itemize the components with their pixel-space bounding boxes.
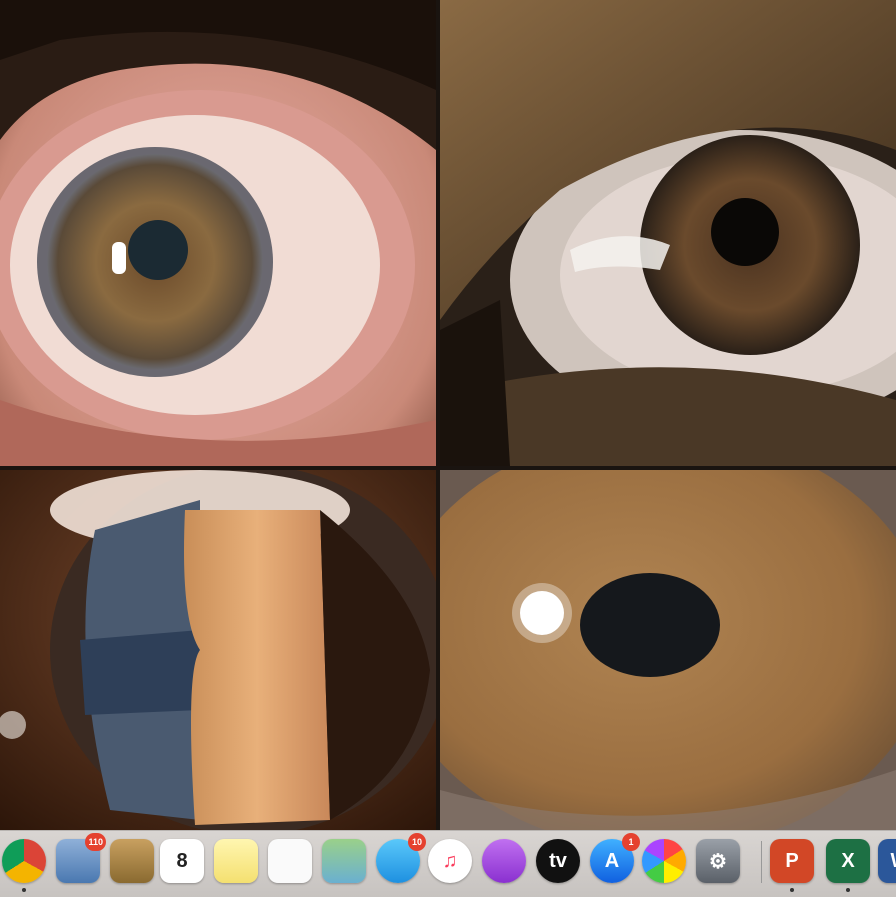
powerpoint-icon[interactable]: P (770, 839, 814, 883)
dock: 110 8 10 ♫ tv A1 ⚙ P X W (0, 830, 896, 897)
apple-tv-icon[interactable]: tv (536, 839, 580, 883)
word-icon-glyph: W (891, 850, 896, 873)
notification-badge: 10 (408, 833, 426, 851)
system-preferences-icon-glyph: ⚙ (709, 850, 727, 873)
iris-closeup-view (440, 470, 896, 830)
running-indicator (846, 888, 850, 892)
photos-icon[interactable] (642, 839, 686, 883)
calendar-icon-glyph: 8 (176, 849, 188, 872)
notes-icon[interactable] (214, 839, 258, 883)
notification-badge: 1 (622, 833, 640, 851)
notification-badge: 110 (85, 833, 106, 851)
system-preferences-icon[interactable]: ⚙ (696, 839, 740, 883)
preview-icon[interactable]: 110 (56, 833, 106, 883)
calendar-icon[interactable]: 8 (160, 839, 204, 883)
podcasts-icon[interactable] (482, 839, 526, 883)
powerpoint-icon-glyph: P (785, 849, 799, 872)
running-indicator (22, 888, 26, 892)
left-eye-wide-view (440, 0, 896, 466)
reminders-icon[interactable] (268, 839, 312, 883)
excel-icon-glyph: X (841, 849, 855, 872)
chrome-icon[interactable] (2, 839, 46, 883)
maps-icon[interactable] (322, 839, 366, 883)
word-icon[interactable]: W (878, 839, 896, 883)
app-store-icon[interactable]: A1 (590, 833, 640, 883)
messages-icon[interactable]: 10 (376, 833, 426, 883)
music-icon[interactable]: ♫ (428, 839, 472, 883)
slit-lamp-section-view (0, 470, 436, 830)
dock-separator (761, 841, 762, 883)
running-indicator (790, 888, 794, 892)
app-store-icon-glyph: A (604, 849, 620, 872)
notes-folder-icon[interactable] (110, 839, 154, 883)
right-eye-wide-view (0, 0, 436, 466)
music-icon-glyph: ♫ (442, 849, 458, 872)
image-grid (0, 0, 896, 830)
excel-icon[interactable]: X (826, 839, 870, 883)
apple-tv-icon-glyph: tv (549, 849, 567, 872)
